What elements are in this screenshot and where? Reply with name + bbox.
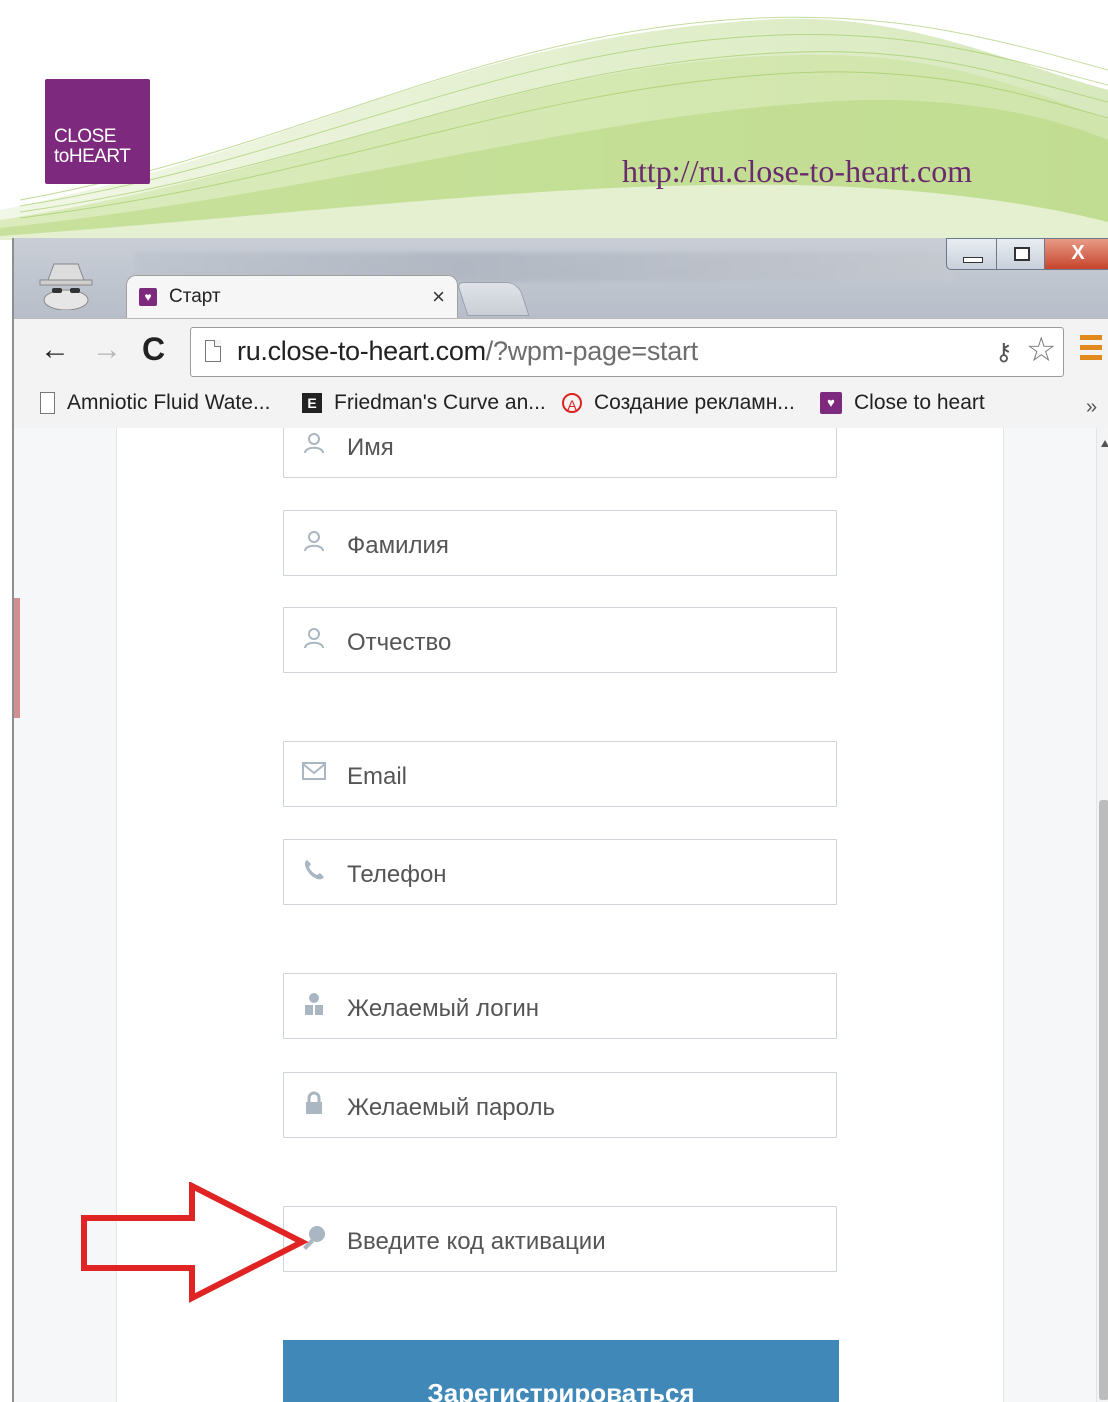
bookmark-label: Amniotic Fluid Wate...: [67, 391, 271, 414]
tab-start[interactable]: ♥ Старт ×: [126, 275, 458, 318]
register-button[interactable]: Зарегистрироваться: [283, 1340, 839, 1402]
password-placeholder: Желаемый пароль: [347, 1094, 555, 1121]
bookmark-label: Friedman's Curve an...: [334, 391, 546, 414]
incognito-icon: [39, 263, 93, 310]
address-url[interactable]: ru.close-to-heart.com/?wpm-page=start: [237, 336, 698, 367]
heart-favicon-icon: ♥: [139, 288, 157, 306]
patronymic-placeholder: Отчество: [347, 629, 452, 656]
address-host: ru.close-to-heart.com: [237, 336, 486, 366]
bookmark-friedman[interactable]: E Friedman's Curve an...: [302, 391, 546, 415]
user-outline-icon: [300, 431, 328, 459]
activation-code-placeholder: Введите код активации: [347, 1228, 606, 1255]
wave-decoration: [0, 16, 1108, 240]
user-outline-icon: [300, 529, 328, 557]
first-name-placeholder: Имя: [347, 434, 394, 461]
tab-title: Старт: [169, 286, 221, 307]
browser-toolbar: ← → C ru.close-to-heart.com/?wpm-page=st…: [14, 318, 1108, 387]
last-name-field[interactable]: Фамилия: [283, 510, 837, 576]
bookmark-star-icon[interactable]: ☆: [1026, 332, 1056, 368]
phone-icon: [300, 858, 328, 886]
page-icon: [40, 392, 55, 415]
lock-icon: [300, 1091, 328, 1119]
window-close-button[interactable]: X: [1044, 238, 1108, 270]
close-to-heart-logo: CLOSE toHEART: [45, 79, 150, 184]
key-icon[interactable]: ⚷: [995, 338, 1013, 367]
back-arrow-icon[interactable]: ←: [40, 335, 70, 365]
login-field[interactable]: Желаемый логин: [283, 973, 837, 1039]
banner-url: http://ru.close-to-heart.com: [622, 153, 973, 189]
address-bar[interactable]: ru.close-to-heart.com/?wpm-page=start ⚷ …: [190, 327, 1064, 377]
bookmark-label: Close to heart: [854, 391, 985, 414]
email-placeholder: Email: [347, 763, 408, 790]
bookmark-label: Создание рекламн...: [594, 391, 795, 414]
adv-icon: A: [562, 393, 582, 414]
last-name-placeholder: Фамилия: [347, 532, 449, 559]
activation-code-field[interactable]: Введите код активации: [283, 1206, 837, 1272]
edge-stripe: [14, 598, 20, 718]
menu-icon[interactable]: [1080, 335, 1102, 361]
bookmark-close-to-heart[interactable]: ♥ Close to heart: [820, 391, 985, 415]
red-arrow-annotation: [81, 1182, 309, 1303]
phone-field[interactable]: Телефон: [283, 839, 837, 905]
first-name-field[interactable]: Имя: [283, 428, 837, 478]
user-solid-icon: [300, 992, 328, 1020]
phone-placeholder: Телефон: [347, 861, 447, 888]
scroll-up-arrow-icon[interactable]: [1101, 440, 1108, 447]
new-tab-button[interactable]: [456, 282, 530, 316]
bookmark-advertising[interactable]: A Создание рекламн...: [562, 391, 795, 415]
password-field[interactable]: Желаемый пароль: [283, 1072, 837, 1138]
e-icon: E: [302, 393, 322, 414]
browser-chrome: ♥ Старт × X ← → C ru.close-to-heart.com/…: [12, 238, 1108, 429]
scrollbar[interactable]: [1096, 428, 1108, 1402]
forward-arrow-icon[interactable]: →: [92, 335, 122, 365]
heart-icon: ♥: [820, 392, 842, 415]
maximize-button[interactable]: [996, 238, 1046, 270]
page-icon: [205, 340, 221, 362]
scroll-thumb[interactable]: [1099, 800, 1108, 1400]
minimize-button[interactable]: [946, 238, 998, 270]
reload-icon[interactable]: C: [142, 333, 165, 365]
banner: CLOSE toHEART http://ru.close-to-heart.c…: [0, 0, 1108, 240]
tab-strip: ♥ Старт × X: [14, 238, 1108, 318]
tab-close-icon[interactable]: ×: [432, 284, 445, 310]
bookmark-amniotic[interactable]: Amniotic Fluid Wate...: [40, 391, 270, 415]
login-placeholder: Желаемый логин: [347, 995, 539, 1022]
patronymic-field[interactable]: Отчество: [283, 607, 837, 673]
email-field[interactable]: Email: [283, 741, 837, 807]
bookmarks-bar: Amniotic Fluid Wate... E Friedman's Curve…: [14, 386, 1108, 429]
logo-text-line1: CLOSE: [54, 126, 116, 147]
logo-text-line2: toHEART: [54, 146, 131, 167]
envelope-icon: [300, 760, 328, 788]
bookmarks-overflow-button[interactable]: »: [1086, 396, 1097, 419]
address-path: /?wpm-page=start: [485, 336, 698, 366]
user-outline-icon: [300, 626, 328, 654]
